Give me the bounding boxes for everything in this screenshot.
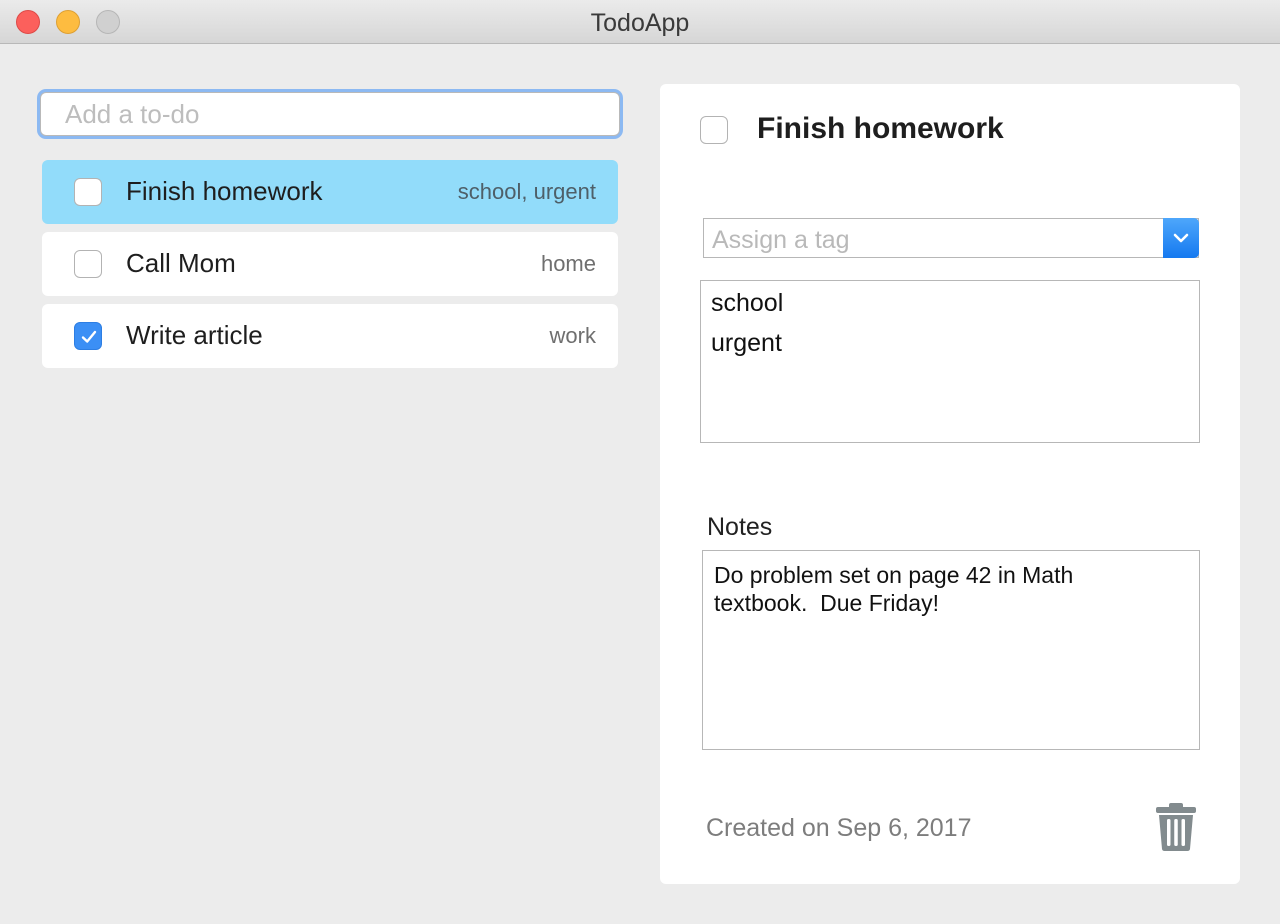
detail-title[interactable]: Finish homework: [757, 112, 1004, 146]
todo-tags: school, urgent: [457, 179, 596, 204]
created-date: Created on Sep 6, 2017: [706, 814, 972, 842]
chevron-down-icon: [1173, 233, 1189, 243]
todo-title: Finish homework: [126, 176, 323, 206]
todo-item-finish-homework[interactable]: Finish homework school, urgent: [42, 160, 618, 224]
add-todo-input[interactable]: [40, 92, 620, 136]
todo-item-call-mom[interactable]: Call Mom home: [42, 232, 618, 296]
assigned-tags-list[interactable]: school urgent: [700, 280, 1200, 443]
todo-detail-panel: Finish homework Assign a tag school urge…: [660, 84, 1240, 884]
title-bar: TodoApp: [0, 0, 1280, 44]
checkmark-icon: [81, 330, 97, 343]
todo-title: Call Mom: [126, 248, 236, 278]
delete-todo-button[interactable]: [1154, 802, 1198, 852]
tag-list-item[interactable]: urgent: [701, 327, 1199, 367]
todo-list: Finish homework school, urgent Call Mom …: [42, 160, 618, 376]
assign-tag-placeholder: Assign a tag: [712, 226, 850, 254]
notes-label: Notes: [707, 513, 773, 541]
todo-tags: home: [540, 251, 596, 276]
assign-tag-combobox[interactable]: Assign a tag: [703, 218, 1199, 258]
trash-icon: [1156, 803, 1196, 851]
todo-tags: work: [549, 323, 596, 348]
tag-dropdown-button[interactable]: [1163, 218, 1199, 258]
todo-checkbox-checked[interactable]: [74, 322, 102, 350]
todo-checkbox[interactable]: [74, 250, 102, 278]
todo-title: Write article: [126, 320, 263, 350]
tag-list-item[interactable]: school: [701, 287, 1199, 327]
window-title: TodoApp: [590, 9, 690, 37]
notes-textarea[interactable]: Do problem set on page 42 in Math textbo…: [702, 550, 1200, 750]
todo-checkbox[interactable]: [74, 178, 102, 206]
detail-done-checkbox[interactable]: [700, 116, 728, 144]
todo-item-write-article[interactable]: Write article work: [42, 304, 618, 368]
